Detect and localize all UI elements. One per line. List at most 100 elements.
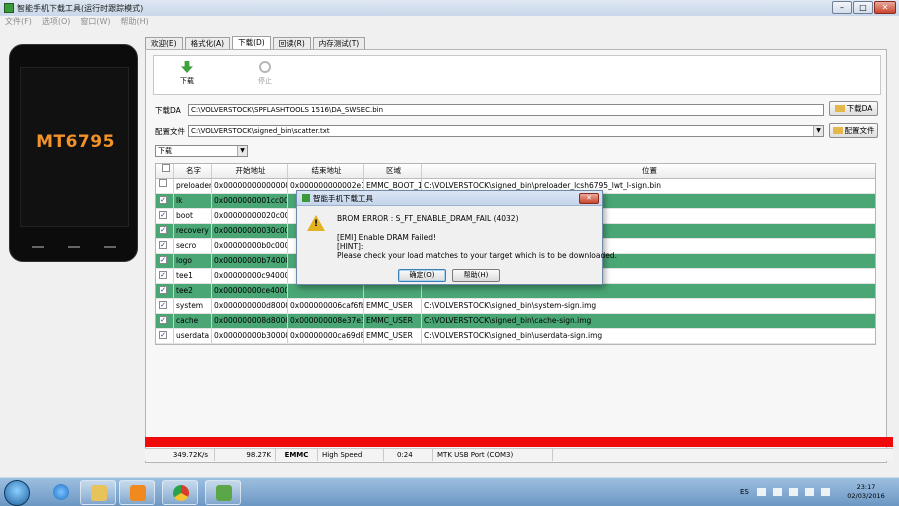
ok-button[interactable]: 确定(O) bbox=[398, 269, 446, 282]
menu-key-icon bbox=[104, 242, 116, 248]
folder-icon bbox=[834, 105, 845, 112]
checkbox[interactable]: ✓ bbox=[159, 316, 167, 324]
tray-clock[interactable]: 23:17 02/03/2016 bbox=[838, 483, 894, 501]
row-checkbox[interactable]: ✓ bbox=[156, 239, 174, 253]
app-icon bbox=[4, 3, 14, 13]
row-checkbox[interactable]: ✓ bbox=[156, 314, 174, 328]
col-location: 位置 bbox=[642, 166, 657, 175]
warning-icon: ! bbox=[307, 215, 325, 231]
da-button-label: 下载DA bbox=[846, 104, 873, 113]
cell-end: 0x000000006caf6fbf bbox=[288, 299, 364, 313]
dialog-title: 智能手机下载工具 bbox=[313, 193, 373, 203]
media-player-icon bbox=[130, 485, 146, 501]
menu-bar: 文件(F) 选项(O) 窗口(W) 帮助(H) bbox=[0, 16, 899, 28]
dialog-detail-3: Please check your load matches to your t… bbox=[337, 251, 618, 260]
cell-name: preloader bbox=[174, 179, 212, 193]
scatter-button[interactable]: 配置文件 bbox=[829, 123, 878, 138]
cell-start: 0x00000000b740000 bbox=[212, 254, 288, 268]
dialog-detail-1: [EMI] Enable DRAM Failed! bbox=[337, 233, 437, 242]
cell-start: 0x00000000030c0000 bbox=[212, 224, 288, 238]
home-key-icon bbox=[68, 242, 80, 248]
row-checkbox[interactable]: ✓ bbox=[156, 299, 174, 313]
minimize-button[interactable]: – bbox=[832, 1, 852, 14]
chrome-icon bbox=[173, 485, 189, 501]
checkbox[interactable]: ✓ bbox=[159, 241, 167, 249]
checkbox[interactable]: ✓ bbox=[159, 331, 167, 339]
download-button[interactable]: 下载 bbox=[172, 61, 202, 86]
checkbox[interactable]: ✓ bbox=[159, 301, 167, 309]
status-port: MTK USB Port (COM3) bbox=[433, 449, 553, 461]
cell-name: secro bbox=[174, 239, 212, 253]
table-row[interactable]: ✓ userdata0x00000000b30000000x00000000ca6… bbox=[156, 329, 875, 344]
scatter-path-field[interactable]: C:\VOLVERSTOCK\signed_bin\scatter.txt ▼ bbox=[188, 125, 824, 137]
app-icon bbox=[302, 194, 310, 202]
row-checkbox[interactable]: ✓ bbox=[156, 194, 174, 208]
cell-region: EMMC_USER bbox=[364, 329, 422, 343]
taskbar-chrome[interactable] bbox=[162, 480, 198, 505]
mode-select[interactable]: 下载 ▼ bbox=[155, 145, 248, 157]
checkbox[interactable] bbox=[162, 164, 170, 172]
help-button[interactable]: 帮助(H) bbox=[452, 269, 500, 282]
row-checkbox[interactable]: ✓ bbox=[156, 224, 174, 238]
taskbar-ie[interactable] bbox=[43, 480, 79, 505]
cell-start: 0x00000000b3000000 bbox=[212, 329, 288, 343]
row-checkbox[interactable]: ✓ bbox=[156, 254, 174, 268]
stop-icon bbox=[259, 61, 271, 73]
chevron-down-icon[interactable]: ▼ bbox=[813, 126, 823, 136]
phone-screen: MT6795 bbox=[20, 67, 129, 227]
checkbox[interactable]: ✓ bbox=[159, 196, 167, 204]
table-row[interactable]: ✓ system0x000000000d8000000x000000006caf6… bbox=[156, 299, 875, 314]
table-row[interactable]: ✓ cache0x000000008d8000000x000000008e37e3… bbox=[156, 314, 875, 329]
da-label: 下载DA bbox=[155, 106, 181, 115]
taskbar-media-player[interactable] bbox=[119, 480, 155, 505]
checkbox[interactable]: ✓ bbox=[159, 226, 167, 234]
taskbar-flash-tool[interactable] bbox=[205, 480, 241, 505]
tray-network-icon[interactable] bbox=[805, 488, 814, 496]
menu-options[interactable]: 选项(O) bbox=[37, 16, 76, 28]
maximize-button[interactable]: □ bbox=[853, 1, 873, 14]
da-path-field[interactable]: C:\VOLVERSTOCK\SPFLASHTOOLS 1516\DA_SWSE… bbox=[188, 104, 824, 116]
menu-file[interactable]: 文件(F) bbox=[0, 16, 37, 28]
cell-name: cache bbox=[174, 314, 212, 328]
tray-flag-icon[interactable] bbox=[789, 488, 798, 496]
checkbox[interactable]: ✓ bbox=[159, 256, 167, 264]
select-all-checkbox[interactable] bbox=[156, 164, 174, 178]
tab-download[interactable]: 下载(D) bbox=[232, 36, 271, 50]
cell-name: boot bbox=[174, 209, 212, 223]
status-size: 98.27K bbox=[215, 449, 276, 461]
row-checkbox[interactable]: ✓ bbox=[156, 269, 174, 283]
dialog-close-button[interactable]: ✕ bbox=[579, 193, 599, 204]
checkbox[interactable]: ✓ bbox=[159, 271, 167, 279]
tray-volume-icon[interactable] bbox=[821, 488, 830, 496]
cell-location: C:\VOLVERSTOCK\signed_bin\userdata-sign.… bbox=[424, 331, 603, 340]
tray-language[interactable]: ES bbox=[740, 488, 749, 496]
menu-help[interactable]: 帮助(H) bbox=[116, 16, 154, 28]
taskbar-explorer[interactable] bbox=[80, 480, 116, 505]
stop-button[interactable]: 停止 bbox=[250, 61, 280, 86]
close-button[interactable]: ✕ bbox=[874, 1, 896, 14]
dialog-title-bar: 智能手机下载工具 ✕ bbox=[297, 191, 602, 206]
row-checkbox[interactable] bbox=[156, 179, 174, 193]
chevron-down-icon[interactable]: ▼ bbox=[237, 146, 247, 156]
start-button[interactable] bbox=[4, 480, 30, 506]
cell-name: system bbox=[174, 299, 212, 313]
col-end: 结束地址 bbox=[288, 164, 364, 178]
row-checkbox[interactable]: ✓ bbox=[156, 209, 174, 223]
cell-end: 0x000000008e37e3b7 bbox=[288, 314, 364, 328]
row-checkbox[interactable]: ✓ bbox=[156, 284, 174, 298]
checkbox[interactable]: ✓ bbox=[159, 286, 167, 294]
scatter-path-value: C:\VOLVERSTOCK\signed_bin\scatter.txt bbox=[191, 127, 330, 135]
cell-location: C:\VOLVERSTOCK\signed_bin\system-sign.im… bbox=[424, 301, 597, 310]
menu-window[interactable]: 窗口(W) bbox=[75, 16, 115, 28]
checkbox[interactable] bbox=[159, 179, 167, 187]
table-row[interactable]: ✓ tee2 0x00000000ce40000 bbox=[156, 284, 875, 299]
da-button[interactable]: 下载DA bbox=[829, 101, 878, 116]
row-checkbox[interactable]: ✓ bbox=[156, 329, 174, 343]
tray-device-icon[interactable] bbox=[773, 488, 782, 496]
checkbox[interactable]: ✓ bbox=[159, 211, 167, 219]
dialog-error: BROM ERROR : S_FT_ENABLE_DRAM_FAIL (4032… bbox=[337, 214, 519, 223]
col-start: 开始地址 bbox=[212, 164, 288, 178]
progress-bar bbox=[145, 437, 893, 447]
tray-arrow-icon[interactable] bbox=[757, 488, 766, 496]
cell-name: tee2 bbox=[174, 284, 212, 298]
